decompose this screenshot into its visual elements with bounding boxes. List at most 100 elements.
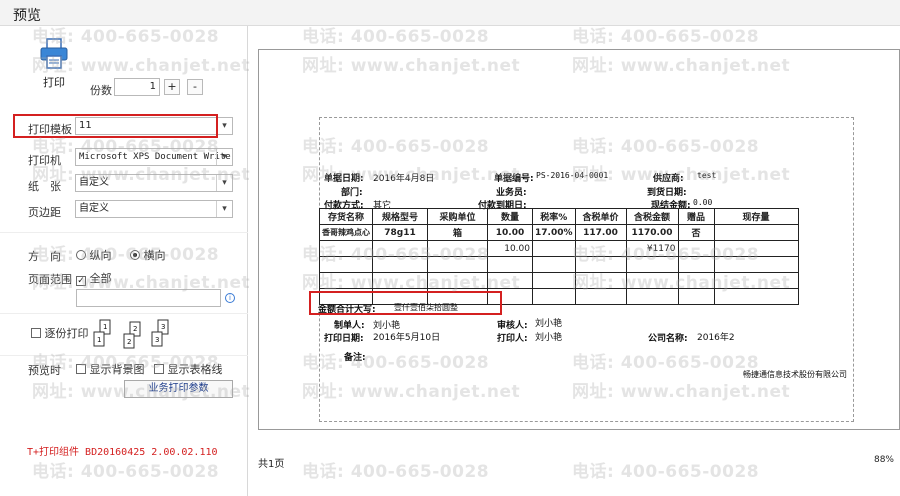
radio-icon <box>76 250 86 260</box>
doc-vendor-label: 供应商: <box>653 174 684 184</box>
doc-dept-label: 部门: <box>341 188 363 198</box>
table-cell <box>319 240 373 257</box>
doc-maker-label: 制单人: <box>334 321 365 331</box>
table-cell <box>427 256 488 273</box>
table-header-cell: 存货名称 <box>319 208 373 225</box>
printer-value: Microsoft XPS Document Writer <box>79 152 233 162</box>
doc-company-label: 公司名称: <box>648 334 688 344</box>
orientation-label: 方 向 <box>28 250 61 263</box>
margin-label: 页边距 <box>28 206 61 219</box>
checkbox-icon <box>31 328 41 338</box>
doc-code-value: PS-2016-04-0001 <box>536 171 609 180</box>
table-cell <box>713 240 799 257</box>
table-cell: 10.00 <box>487 240 533 257</box>
table-cell <box>487 272 533 289</box>
page-count: 共1页 <box>258 459 285 470</box>
doc-salesman-label: 业务员: <box>496 188 527 198</box>
doc-date-label: 单据日期: <box>324 174 364 184</box>
range-all-checkbox[interactable]: ✓ 全部 <box>76 270 112 286</box>
collate-checkbox[interactable]: 逐份打印 <box>31 325 89 341</box>
checkbox-checked-icon: ✓ <box>76 276 86 286</box>
printer-icon <box>40 38 68 69</box>
table-cell <box>487 256 533 273</box>
orientation-landscape-label: 横向 <box>143 249 166 262</box>
table-cell <box>574 256 627 273</box>
doc-vendor-value: test <box>697 171 717 180</box>
table-header-cell: 税率% <box>532 208 576 225</box>
table-cell <box>372 240 428 257</box>
doc-arrival-label: 到货日期: <box>647 188 687 198</box>
copies-increase-button[interactable]: + <box>164 79 180 95</box>
table-row <box>319 256 799 273</box>
info-icon[interactable]: i <box>225 293 235 303</box>
table-cell <box>427 240 488 257</box>
table-header-cell: 规格型号 <box>372 208 428 225</box>
table-cell <box>532 288 576 305</box>
paper-select[interactable]: 自定义 ▾ <box>75 174 233 192</box>
doc-auditor-value: 刘小艳 <box>535 319 563 329</box>
copies-decrease-button[interactable]: - <box>187 79 203 95</box>
collate-pages-icon: 11 22 33 <box>93 319 169 349</box>
chevron-down-icon: ▾ <box>216 118 232 134</box>
table-cell <box>625 272 679 289</box>
template-highlight-box <box>13 114 218 138</box>
table-header-cell: 采购单位 <box>427 208 488 225</box>
show-background-label: 显示背景图 <box>89 363 145 376</box>
table-cell <box>677 256 715 273</box>
show-background-checkbox[interactable]: 显示背景图 <box>76 361 145 377</box>
radio-selected-icon <box>130 250 140 260</box>
table-cell: 1170.00 <box>625 224 679 241</box>
table-cell: 箱 <box>427 224 488 241</box>
margin-value: 自定义 <box>79 203 109 214</box>
version-text: T+打印组件 BD20160425 2.00.02.110 <box>27 447 218 458</box>
doc-print-date-value: 2016年5月10日 <box>373 333 441 343</box>
table-cell <box>713 272 799 289</box>
table-cell: 香哥辣鸡点心 <box>319 224 373 241</box>
table-cell <box>319 272 373 289</box>
table-row <box>319 272 799 289</box>
table-header-row: 存货名称 规格型号 采购单位 数量 税率% 含税单价 含税金额 赠品 现存量 <box>319 208 799 225</box>
table-header-cell: 数量 <box>487 208 533 225</box>
orientation-landscape-radio[interactable]: 横向 <box>130 247 166 263</box>
doc-print-date-label: 打印日期: <box>324 334 364 344</box>
chevron-down-icon: ▾ <box>216 201 232 217</box>
chevron-down-icon: ▾ <box>216 149 232 165</box>
table-cell <box>713 224 799 241</box>
table-cell <box>625 288 679 305</box>
printer-select[interactable]: Microsoft XPS Document Writer ▾ <box>75 148 233 166</box>
table-cell <box>532 240 576 257</box>
doc-company-value: 2016年2 <box>697 333 735 343</box>
title-bar: 预览 <box>0 0 900 26</box>
table-header-cell: 含税金额 <box>625 208 679 225</box>
table-cell <box>625 256 679 273</box>
divider <box>0 313 248 314</box>
show-gridlines-checkbox[interactable]: 显示表格线 <box>154 361 223 377</box>
svg-text:1: 1 <box>97 336 101 344</box>
table-cell: ¥1170 <box>625 240 679 257</box>
doc-date-value: 2016年4月8日 <box>373 174 435 184</box>
doc-printer-person-label: 打印人: <box>497 334 528 344</box>
range-all-label: 全部 <box>89 272 112 285</box>
margin-select[interactable]: 自定义 ▾ <box>75 200 233 218</box>
table-cell <box>713 288 799 305</box>
table-cell <box>574 240 627 257</box>
table-cell <box>427 272 488 289</box>
printer-label: 打印机 <box>28 154 61 167</box>
doc-cash-value: 0.00 <box>693 198 713 207</box>
svg-text:3: 3 <box>155 336 159 344</box>
svg-text:2: 2 <box>127 338 131 346</box>
copies-input[interactable]: 1 <box>114 78 160 96</box>
range-input[interactable] <box>76 289 221 307</box>
business-print-params-button[interactable]: 业务打印参数 <box>124 380 233 398</box>
divider <box>0 232 248 233</box>
doc-remark-label: 备注: <box>344 353 366 363</box>
table-cell <box>372 272 428 289</box>
orientation-portrait-label: 纵向 <box>89 249 112 262</box>
doc-code-label: 单据编号: <box>494 174 534 184</box>
doc-printer-person-value: 刘小艳 <box>535 333 563 343</box>
print-button[interactable]: 打印 <box>34 38 74 89</box>
orientation-portrait-radio[interactable]: 纵向 <box>76 247 112 263</box>
svg-text:3: 3 <box>161 323 165 331</box>
table-cell: 否 <box>677 224 715 241</box>
checkbox-icon <box>154 364 164 374</box>
